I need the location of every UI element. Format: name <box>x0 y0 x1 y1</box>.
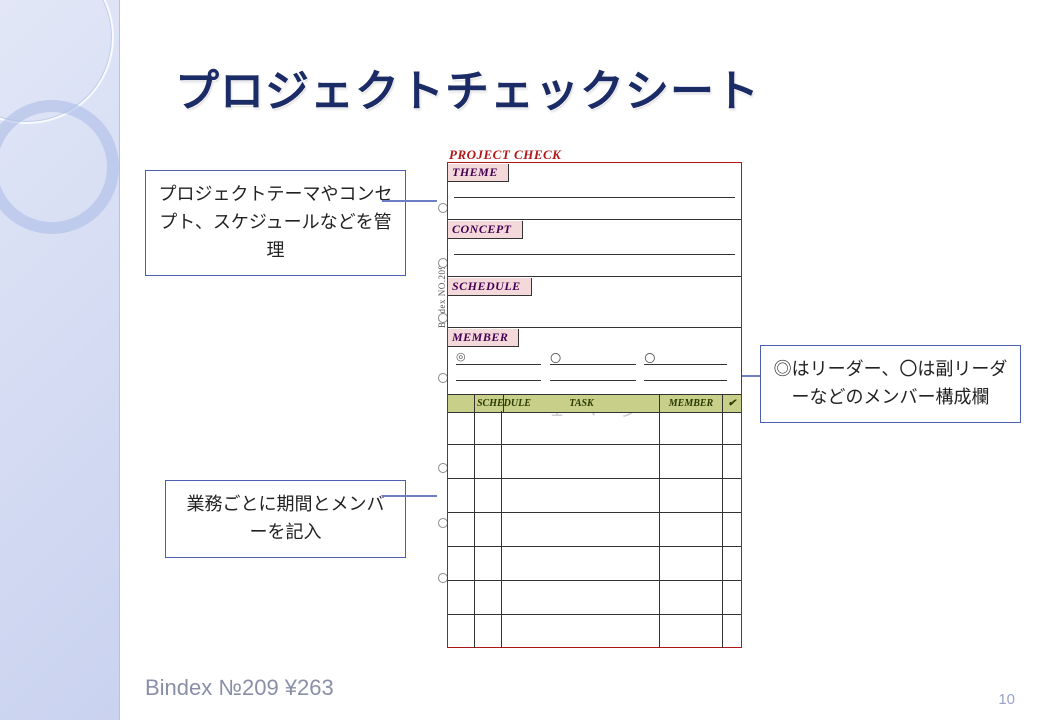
table-row <box>448 547 741 581</box>
table-row <box>448 615 741 648</box>
rule-line <box>454 254 735 255</box>
section-member: MEMBER ◎ 〇 〇 <box>448 328 741 396</box>
callout-task-description: 業務ごとに期間とメンバーを記入 <box>165 480 406 558</box>
task-col-schedule-label: SCHEDULE <box>475 395 504 412</box>
callout-member-description: ◎はリーダー、〇は副リーダーなどのメンバー構成欄 <box>760 345 1021 423</box>
slide-title: プロジェクトチェックシート <box>175 55 760 119</box>
rule-line <box>644 364 727 365</box>
section-label-concept: CONCEPT <box>448 221 523 239</box>
task-col-task: TASK <box>504 395 660 412</box>
task-grid <box>448 411 741 647</box>
rule-line <box>550 364 635 365</box>
section-theme: THEME <box>448 163 741 220</box>
slide-side-decoration <box>0 0 120 720</box>
table-row <box>448 411 741 445</box>
refill-paper: THEME CONCEPT SCHEDULE MEMBER ◎ 〇 <box>447 162 742 648</box>
section-concept: CONCEPT <box>448 220 741 277</box>
table-row <box>448 445 741 479</box>
rule-line <box>454 197 735 198</box>
table-row <box>448 581 741 615</box>
section-label-schedule: SCHEDULE <box>448 278 532 296</box>
task-col-check: ✔ <box>723 395 741 412</box>
leader-mark-icon: ◎ <box>456 351 466 363</box>
table-row <box>448 479 741 513</box>
rule-line <box>456 364 541 365</box>
member-lines: ◎ 〇 〇 <box>456 350 733 392</box>
table-row <box>448 513 741 547</box>
section-label-member: MEMBER <box>448 329 519 347</box>
rule-line <box>550 380 635 381</box>
refill-header: PROJECT CHECK <box>449 147 561 163</box>
callout-theme-description: プロジェクトテーマやコンセプト、スケジュールなどを管理 <box>145 170 406 276</box>
rule-line <box>644 380 727 381</box>
footer-caption: Bindex №209 ¥263 <box>145 675 334 701</box>
task-col-member: MEMBER <box>660 395 723 412</box>
page-number: 10 <box>998 691 1015 708</box>
refill-sheet: Bindex NO.209 PROJECT CHECK THEME CONCEP… <box>437 148 742 648</box>
section-schedule: SCHEDULE <box>448 277 741 328</box>
section-label-theme: THEME <box>448 164 509 182</box>
task-col-schedule <box>448 395 475 412</box>
rule-line <box>456 380 541 381</box>
